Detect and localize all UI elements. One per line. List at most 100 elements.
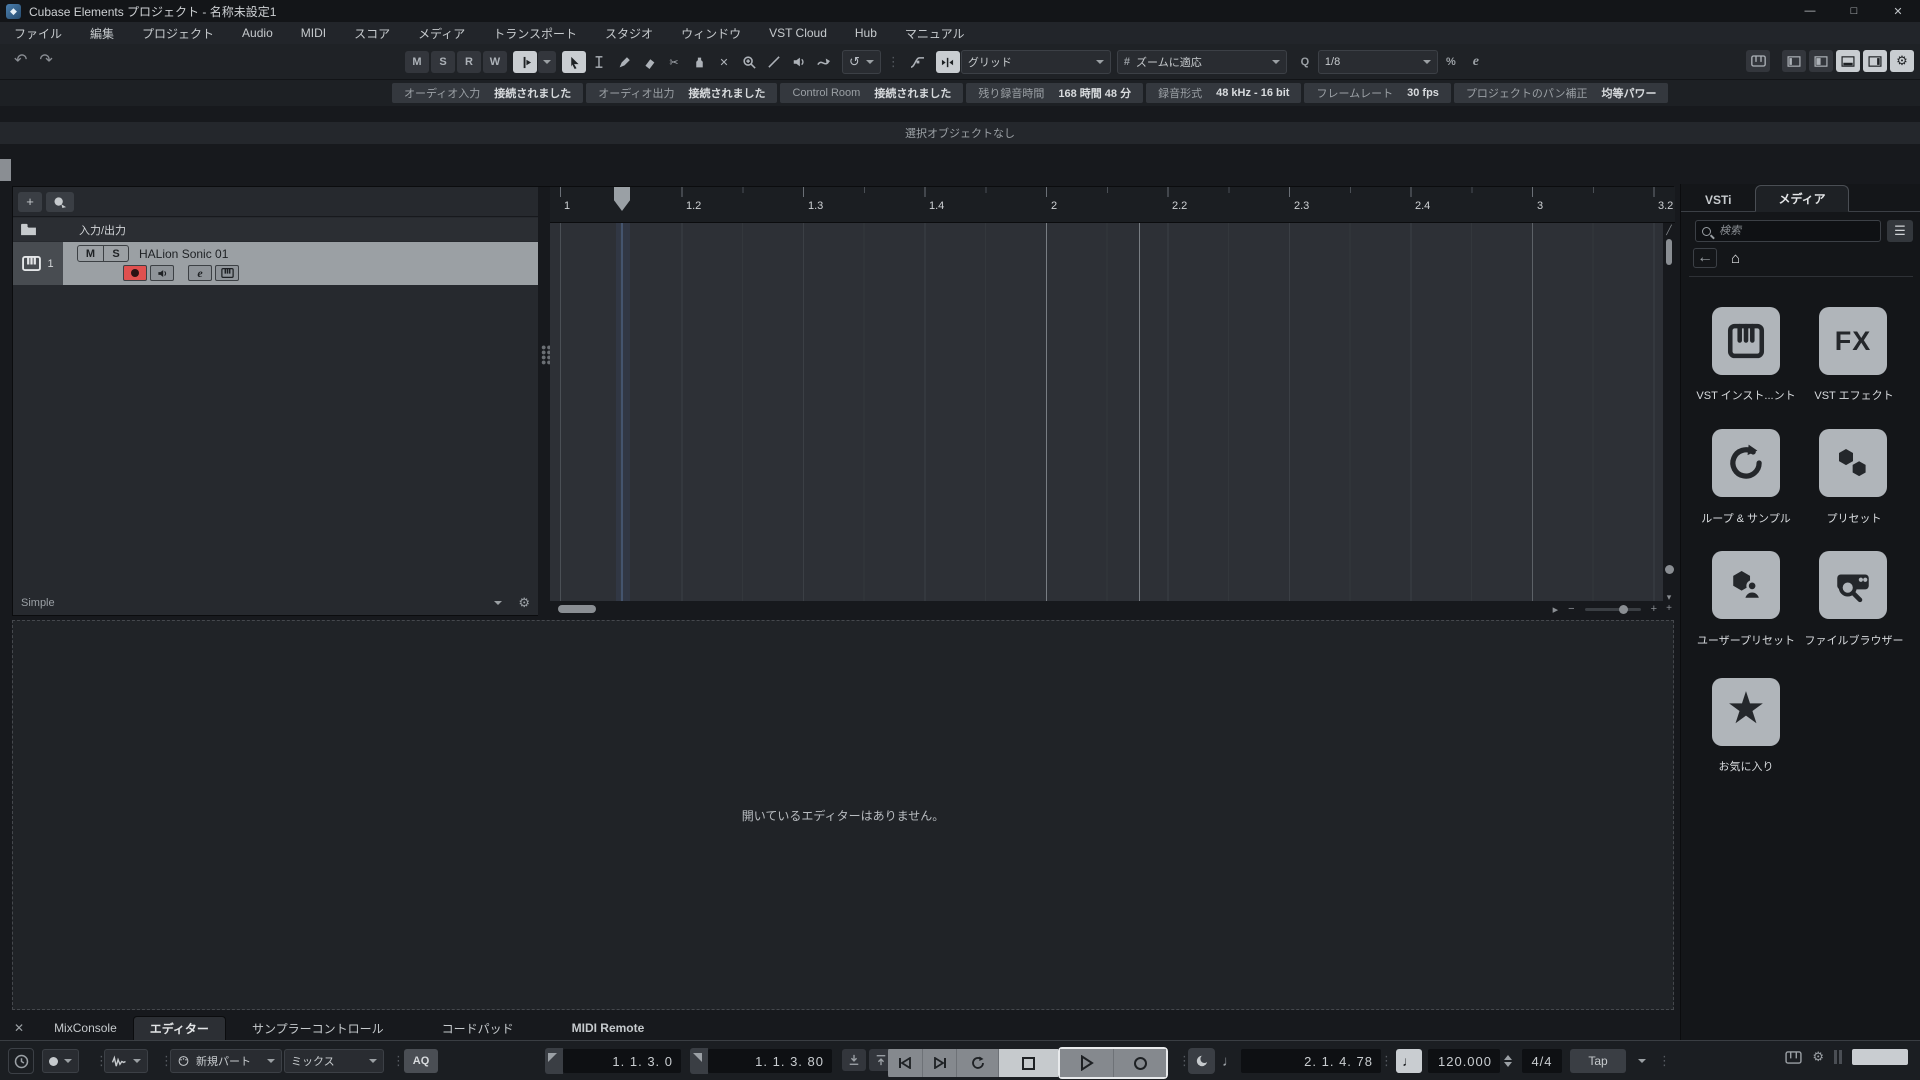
track-list-gear-icon[interactable]: ⚙ <box>518 595 530 611</box>
transport-clock-button[interactable] <box>8 1048 34 1074</box>
snap-button[interactable] <box>935 51 960 73</box>
monitor-button[interactable] <box>150 265 174 281</box>
onscreen-keyboard-icon[interactable] <box>1785 1050 1802 1064</box>
midi-insert-dropdown[interactable]: 新規パート <box>170 1049 282 1073</box>
tab-chord-pads[interactable]: コードパッド <box>426 1016 530 1040</box>
right-zone-toggle[interactable] <box>1863 50 1887 72</box>
menu-edit[interactable]: 編集 <box>76 22 128 44</box>
event-grid[interactable] <box>550 223 1663 601</box>
menu-midi[interactable]: MIDI <box>287 22 340 44</box>
quantize-preset-dropdown[interactable]: 1/8 <box>1317 50 1438 74</box>
menu-transport[interactable]: トランスポート <box>479 22 591 44</box>
tempo-dropdown[interactable] <box>1632 1049 1652 1073</box>
racks-keyboard-button[interactable] <box>1746 50 1770 72</box>
tab-vsti[interactable]: VSTi <box>1681 189 1755 211</box>
menu-scores[interactable]: スコア <box>340 22 404 44</box>
menu-audio[interactable]: Audio <box>228 22 287 44</box>
vst-effects-tile[interactable]: FX <box>1819 307 1887 375</box>
nudge-palette[interactable]: ↺ <box>842 50 881 74</box>
presets-tile[interactable] <box>1819 429 1887 497</box>
hzoom-thumb[interactable] <box>1618 604 1628 614</box>
record-format-status[interactable]: 録音形式 48 kHz - 16 bit <box>1146 83 1302 103</box>
loops-samples-tile[interactable] <box>1712 429 1780 497</box>
snap-type-dropdown[interactable]: グリッド <box>960 50 1111 74</box>
scroll-right-arrow[interactable]: ▸ <box>1553 603 1559 616</box>
time-signature-display[interactable]: 4/4 <box>1522 1049 1562 1073</box>
file-browser-tile[interactable] <box>1819 551 1887 619</box>
grid-type-dropdown[interactable]: # ズームに適応 <box>1116 50 1287 74</box>
record-enable-button[interactable] <box>123 265 147 281</box>
inspector-toggle[interactable] <box>1809 50 1833 72</box>
read-automation-button[interactable]: R <box>457 51 481 73</box>
cycle-button[interactable] <box>956 1049 998 1077</box>
autoscroll-button[interactable] <box>513 51 537 73</box>
tab-media[interactable]: メディア <box>1755 185 1849 212</box>
tap-tempo-button[interactable]: Tap <box>1570 1049 1626 1073</box>
edit-channel-button[interactable]: e <box>188 265 212 281</box>
close-button[interactable]: ✕ <box>1876 0 1920 22</box>
record-mode-dropdown[interactable] <box>42 1049 79 1073</box>
split-tool[interactable]: ✂ <box>662 51 686 73</box>
zoom-tool[interactable] <box>737 51 761 73</box>
menu-studio[interactable]: スタジオ <box>591 22 667 44</box>
mute-all-button[interactable]: M <box>405 51 429 73</box>
menu-media[interactable]: メディア <box>404 22 479 44</box>
vst-instruments-tile[interactable] <box>1712 307 1780 375</box>
vertical-scrollbar[interactable]: ╱ ▾ + <box>1663 223 1675 617</box>
automation-follows-events-button[interactable] <box>906 51 930 73</box>
home-icon[interactable]: ⌂ <box>1731 250 1740 267</box>
menu-file[interactable]: ファイル <box>0 22 76 44</box>
glue-tool[interactable] <box>687 51 711 73</box>
draw-tool[interactable] <box>612 51 636 73</box>
color-tool[interactable] <box>812 51 836 73</box>
vzoom-in-button[interactable]: + <box>1663 603 1675 614</box>
audio-input-status[interactable]: オーディオ入力 接続されました <box>392 83 584 103</box>
menu-window[interactable]: ウィンドウ <box>667 22 755 44</box>
window-layout-setup-button[interactable]: ⚙ <box>1890 50 1914 72</box>
record-button[interactable] <box>1113 1049 1166 1077</box>
erase-tool[interactable] <box>637 51 661 73</box>
write-automation-button[interactable]: W <box>483 51 507 73</box>
record-mix-dropdown[interactable]: ミックス <box>284 1049 384 1073</box>
record-time-status[interactable]: 残り録音時間 168 時間 48 分 <box>966 83 1144 103</box>
window-divider-handle[interactable] <box>0 159 11 181</box>
zoom-in-button[interactable]: + <box>1651 603 1657 615</box>
left-locator-display[interactable]: 1. 1. 3. 0 <box>563 1049 681 1073</box>
iterative-quantize-button[interactable]: % <box>1439 51 1463 73</box>
hzoom-slider[interactable] <box>1584 604 1641 614</box>
track-preset-button[interactable] <box>46 191 74 212</box>
lower-zone-toggle[interactable] <box>1836 50 1860 72</box>
close-lower-zone-button[interactable]: ✕ <box>0 1021 38 1035</box>
horizontal-scrollbar[interactable]: ▸ − + <box>550 601 1663 617</box>
menu-project[interactable]: プロジェクト <box>128 22 228 44</box>
play-tool[interactable] <box>787 51 811 73</box>
vzoom-slope-icon[interactable]: ╱ <box>1665 225 1673 237</box>
instrument-track-row[interactable]: 1 M S HALion Sonic 01 e <box>13 242 538 285</box>
add-track-button[interactable]: + <box>18 191 42 212</box>
edit-instrument-button[interactable] <box>215 265 239 281</box>
track-mute-button[interactable]: M <box>78 246 103 261</box>
tab-midi-remote[interactable]: MIDI Remote <box>556 1016 661 1040</box>
right-locator-display[interactable]: 1. 1. 3. 80 <box>708 1049 832 1073</box>
mute-tool[interactable]: ✕ <box>712 51 736 73</box>
timeline-ruler[interactable]: 1 1.2 1.3 1.4 2 2.2 2.3 2.4 3 3.2 <box>550 187 1675 223</box>
secondary-time-display[interactable]: 2. 1. 4. 78 <box>1241 1049 1381 1073</box>
minimize-button[interactable]: — <box>1788 0 1832 22</box>
favorites-tile[interactable]: ★ <box>1712 678 1780 746</box>
visibility-preset-name[interactable]: Simple <box>21 597 55 609</box>
transport-gear-icon[interactable]: ⚙ <box>1812 1049 1824 1065</box>
vscroll-down-arrow[interactable]: ▾ <box>1663 592 1675 603</box>
playhead-handle[interactable] <box>614 187 630 211</box>
stop-button[interactable] <box>998 1049 1058 1077</box>
track-solo-button[interactable]: S <box>103 246 128 261</box>
vscroll-thumb[interactable] <box>1666 239 1672 265</box>
audio-activity-dropdown[interactable] <box>104 1049 148 1073</box>
solo-all-button[interactable]: S <box>431 51 455 73</box>
media-list-view-button[interactable]: ☰ <box>1887 220 1913 242</box>
performance-meter[interactable] <box>1852 1049 1908 1065</box>
goto-next-marker-button[interactable] <box>922 1049 956 1077</box>
menu-manual[interactable]: マニュアル <box>891 22 979 44</box>
media-back-button[interactable]: ← <box>1693 248 1717 268</box>
track-name[interactable]: HALion Sonic 01 <box>139 247 228 261</box>
zoom-out-button[interactable]: − <box>1568 603 1574 615</box>
